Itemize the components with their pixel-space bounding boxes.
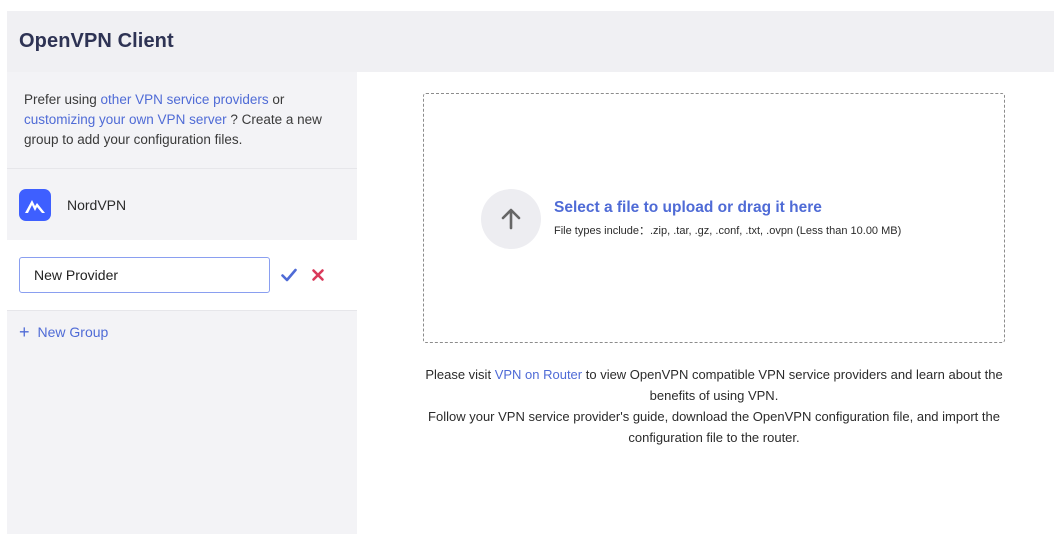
nordvpn-logo-icon <box>19 188 51 221</box>
checkmark-icon[interactable] <box>279 265 299 285</box>
custom-server-link[interactable]: customizing your own VPN server <box>24 112 227 127</box>
intro-text-middle: or <box>268 92 285 107</box>
info-line-2: Follow your VPN service provider's guide… <box>428 409 1000 445</box>
divider <box>7 310 357 311</box>
vpn-on-router-link[interactable]: VPN on Router <box>495 367 582 382</box>
info-line-1: Please visit VPN on Router to view OpenV… <box>413 364 1015 406</box>
provider-name: NordVPN <box>67 196 127 213</box>
other-providers-link[interactable]: other VPN service providers <box>101 92 269 107</box>
info-line-1-suffix: to view OpenVPN compatible VPN service p… <box>582 367 1003 403</box>
provider-sidebar: Prefer using other VPN service providers… <box>7 72 357 534</box>
provider-item-nordvpn[interactable]: NordVPN <box>7 169 357 240</box>
new-group-editor <box>7 240 357 310</box>
info-text: Please visit VPN on Router to view OpenV… <box>413 364 1015 448</box>
page-header: OpenVPN Client <box>7 11 1054 72</box>
upload-file-types-hint: File types include：.zip, .tar, .gz, .con… <box>554 225 902 237</box>
close-icon[interactable] <box>308 265 328 285</box>
page-title: OpenVPN Client <box>19 30 174 52</box>
new-group-button[interactable]: + New Group <box>19 322 109 342</box>
group-name-input[interactable] <box>19 257 270 293</box>
new-group-label: New Group <box>37 324 109 340</box>
plus-icon: + <box>19 322 30 342</box>
intro-text-prefix: Prefer using <box>24 92 101 107</box>
arrow-up-icon <box>481 189 541 249</box>
file-upload-dropzone[interactable]: Select a file to upload or drag it here … <box>423 93 1005 343</box>
upload-title: Select a file to upload or drag it here <box>554 199 822 216</box>
info-line-1-prefix: Please visit <box>425 367 495 382</box>
sidebar-intro: Prefer using other VPN service providers… <box>7 72 357 168</box>
